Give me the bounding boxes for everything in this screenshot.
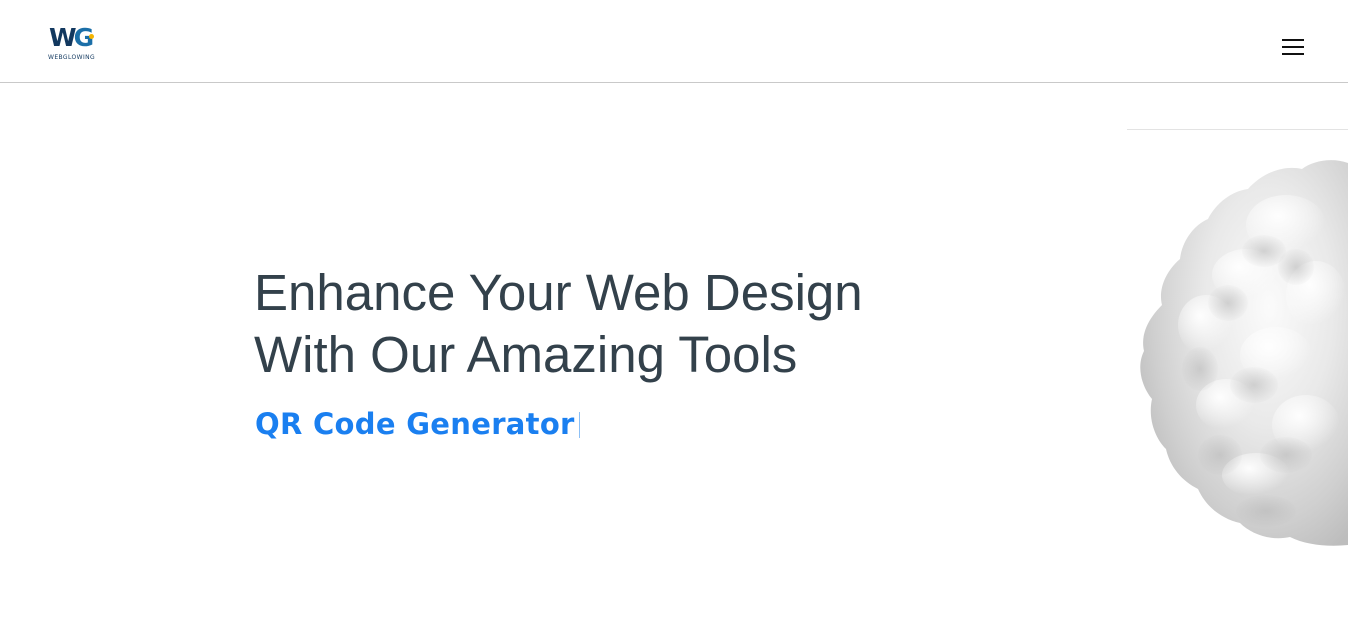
hero-3d-sphere-graphic — [1140, 160, 1348, 546]
typing-cursor — [578, 412, 580, 438]
hero-title-line-2: With Our Amazing Tools — [254, 326, 798, 383]
typed-tool-name: QR Code Generator — [255, 404, 580, 444]
hero-title-line-1: Enhance Your Web Design — [254, 264, 863, 321]
site-header: WG WEBGLOWING — [0, 0, 1348, 83]
typed-text: QR Code Generator — [255, 407, 575, 441]
site-logo[interactable]: WG WEBGLOWING — [46, 24, 104, 64]
logo-mark: WG — [49, 23, 94, 52]
logo-text: WEBGLOWING — [48, 54, 96, 61]
menu-bar — [1282, 46, 1304, 48]
logo-lightbulb-icon — [89, 34, 94, 39]
hamburger-menu-icon[interactable] — [1279, 36, 1307, 58]
menu-bar — [1282, 39, 1304, 41]
decorative-divider — [1127, 129, 1348, 130]
hero-title: Enhance Your Web Design With Our Amazing… — [254, 262, 1014, 386]
menu-bar — [1282, 53, 1304, 55]
